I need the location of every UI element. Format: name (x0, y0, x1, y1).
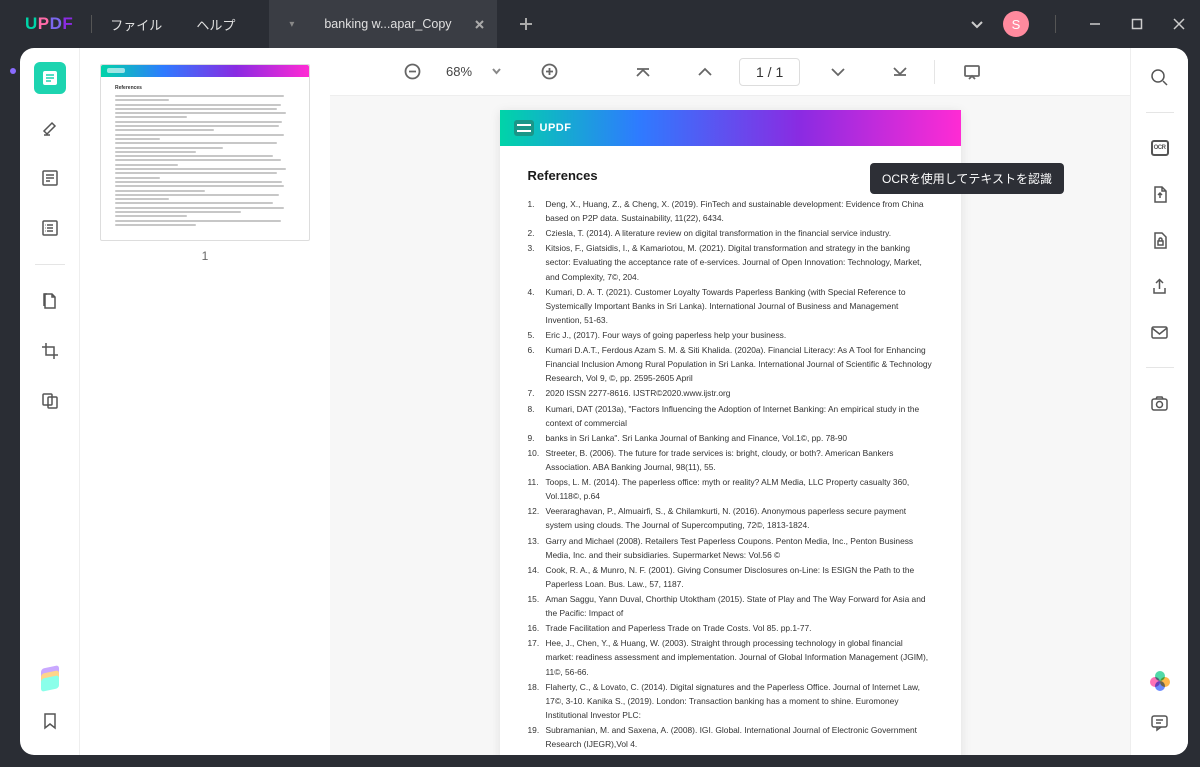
reference-item: Veeraraghavan, P., Almuairfi, S., & Chil… (528, 504, 933, 532)
reference-item: Kumari, D. A. T. (2021). Customer Loyalt… (528, 285, 933, 327)
menu-file[interactable]: ファイル (110, 15, 162, 34)
first-page-button[interactable] (627, 58, 655, 86)
close-button[interactable] (1158, 1, 1200, 47)
reference-item: Garry and Michael (2008). Retailers Test… (528, 534, 933, 562)
reference-item: Kitsios, F., Giatsidis, I., & Kamariotou… (528, 241, 933, 283)
reference-item: Eric J., (2017). Four ways of going pape… (528, 328, 933, 342)
separator (1055, 15, 1056, 33)
separator (91, 15, 92, 33)
reference-item: Hee, J., Chen, Y., & Huang, W. (2003). S… (528, 636, 933, 678)
search-icon[interactable] (1147, 64, 1173, 90)
page-1: UPDF References Deng, X., Huang, Z., & C… (500, 110, 961, 755)
right-toolbar: OCR (1130, 48, 1188, 755)
thumb-heading: References (115, 85, 295, 91)
reference-item: Cziesla, T. (2014). A literature review … (528, 226, 933, 240)
thumbnail-panel: References 1 (80, 48, 330, 755)
tab-active[interactable]: ▾ banking w...apar_Copy (269, 0, 496, 48)
share-icon[interactable] (1147, 273, 1173, 299)
doc-toolbar: 68% 1 / 1 (330, 48, 1130, 96)
brand-icon (514, 120, 534, 136)
avatar[interactable]: S (1003, 11, 1029, 37)
reference-item: Toops, L. M. (2014). The paperless offic… (528, 475, 933, 503)
convert-icon[interactable] (1147, 181, 1173, 207)
presentation-button[interactable] (957, 58, 985, 86)
separator (934, 60, 935, 84)
bookmark-tool[interactable] (34, 705, 66, 737)
thumbnail-page-1[interactable]: References (100, 64, 310, 241)
page-tool[interactable] (34, 285, 66, 317)
reader-tool[interactable] (34, 62, 66, 94)
reference-item: Flaherty, C., & Lovato, C. (2014). Digit… (528, 680, 933, 722)
ai-icon[interactable] (1150, 671, 1170, 691)
zoom-in-button[interactable] (535, 58, 563, 86)
ocr-tooltip: OCRを使用してテキストを認識 (870, 163, 1064, 194)
tab-title: banking w...apar_Copy (324, 17, 451, 31)
separator (1146, 112, 1174, 113)
page-indicator[interactable]: 1 / 1 (739, 58, 800, 86)
layers-icon[interactable] (39, 665, 61, 687)
protect-icon[interactable] (1147, 227, 1173, 253)
reference-item: Aman Saggu, Yann Duval, Chorthip Utoktha… (528, 592, 933, 620)
separator (1146, 367, 1174, 368)
reference-item: Kumari, DAT (2013a), "Factors Influencin… (528, 402, 933, 430)
menu-help[interactable]: ヘルプ (196, 15, 235, 34)
maximize-button[interactable] (1116, 1, 1158, 47)
form-tool[interactable] (34, 212, 66, 244)
minimize-button[interactable] (1074, 1, 1116, 47)
highlight-tool[interactable] (34, 112, 66, 144)
edit-text-tool[interactable] (34, 162, 66, 194)
separator (35, 264, 65, 265)
reference-item: Cook, R. A., & Munro, N. F. (2001). Givi… (528, 563, 933, 591)
side-indicator (10, 68, 16, 74)
reference-item: Trade Facilitation and Paperless Trade o… (528, 621, 933, 635)
crop-tool[interactable] (34, 335, 66, 367)
prev-page-button[interactable] (689, 58, 717, 86)
camera-icon[interactable] (1147, 390, 1173, 416)
reference-item: Kumari D.A.T., Ferdous Azam S. M. & Siti… (528, 343, 933, 385)
brand-text: UPDF (540, 122, 572, 134)
reference-item: banks in Sri Lanka". Sri Lanka Journal o… (528, 431, 933, 445)
email-icon[interactable] (1147, 319, 1173, 345)
reference-item: Deng, X., Huang, Z., & Cheng, X. (2019).… (528, 197, 933, 225)
chat-icon[interactable] (1147, 709, 1173, 735)
reference-item: Subramanian, M. and Saxena, A. (2008). I… (528, 723, 933, 751)
document-viewport[interactable]: UPDF References Deng, X., Huang, Z., & C… (330, 96, 1130, 755)
last-page-button[interactable] (884, 58, 912, 86)
close-icon[interactable] (474, 19, 485, 30)
thumb-page-number: 1 (100, 249, 310, 263)
zoom-out-button[interactable] (398, 58, 426, 86)
reference-item: 2020 ISSN 2277-8616. IJSTR©2020.www.ijst… (528, 386, 933, 400)
references-list: Deng, X., Huang, Z., & Cheng, X. (2019).… (528, 197, 933, 755)
compare-tool[interactable] (34, 385, 66, 417)
dropdown-icon[interactable] (959, 6, 995, 42)
app-logo: UPDF (25, 14, 73, 34)
reference-item: Streeter, B. (2006). The future for trad… (528, 446, 933, 474)
reference-item: ©: DOI: 10.4018/jegr.2008040102. (528, 752, 933, 755)
tab-indicator-icon: ▾ (289, 19, 294, 30)
new-tab-icon[interactable] (519, 17, 533, 31)
zoom-value: 68% (436, 64, 482, 79)
left-toolbar (20, 48, 80, 755)
next-page-button[interactable] (822, 58, 850, 86)
zoom-dropdown[interactable] (492, 63, 501, 81)
ocr-icon[interactable]: OCR (1147, 135, 1173, 161)
